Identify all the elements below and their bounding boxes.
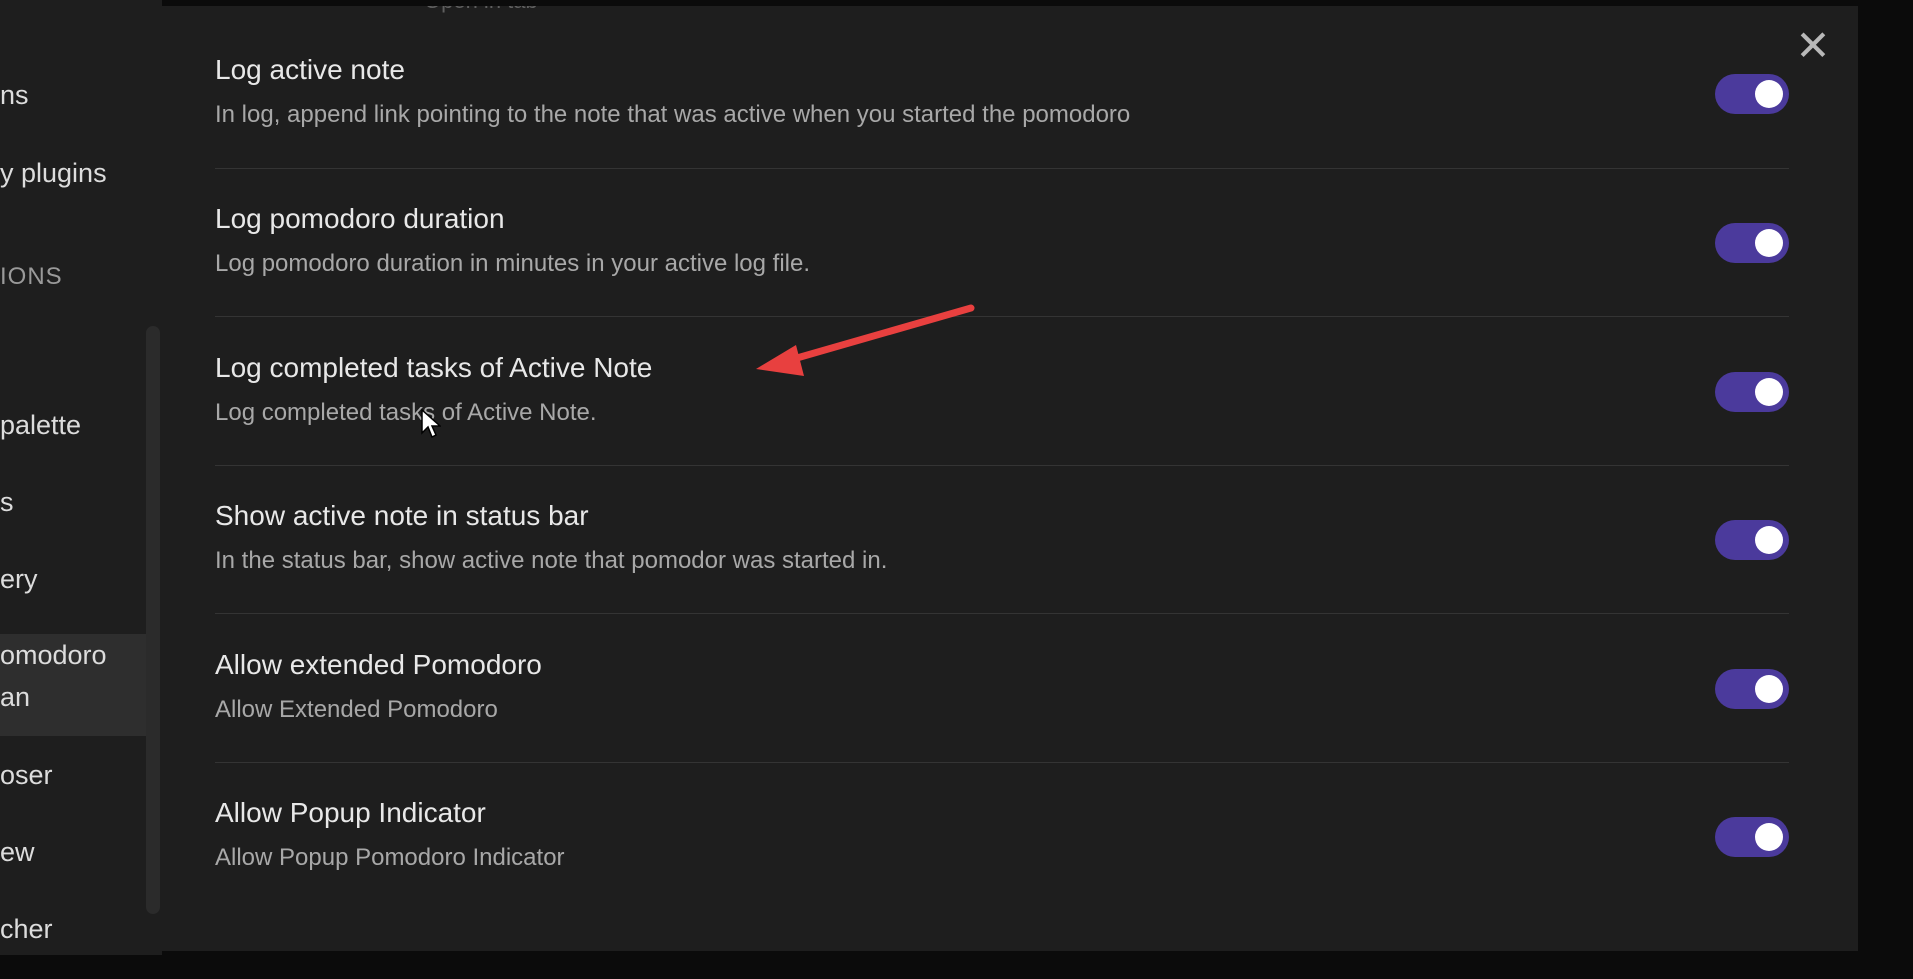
setting-description: Allow Popup Pomodoro Indicator [215,844,565,871]
setting-row-log-completed-tasks: Log completed tasks of Active Note Log c… [215,318,1789,466]
sidebar-item-command-palette[interactable]: palette [0,404,81,446]
toggle-knob [1755,675,1783,703]
toggle-allow-popup-indicator[interactable] [1715,817,1789,857]
setting-description: Log completed tasks of Active Note. [215,399,597,426]
sidebar-item-plugin-ery[interactable]: ery [0,558,38,600]
sidebar-item-plugin-s[interactable]: s [0,481,14,523]
sidebar-section-heading: IONS [0,263,63,290]
setting-row-log-active-note: Log active note In log, append link poin… [215,20,1789,169]
setting-name: Log active note [215,54,405,85]
setting-description: Allow Extended Pomodoro [215,696,498,723]
mouse-cursor-icon [421,409,441,439]
sidebar-bottom-edge [0,955,162,979]
setting-name: Log pomodoro duration [215,203,505,234]
setting-row-allow-popup-indicator: Allow Popup Indicator Allow Popup Pomodo… [215,763,1789,911]
setting-name: Log completed tasks of Active Note [215,352,653,383]
ghost-header-text: Open in tab [424,6,538,14]
toggle-log-pomodoro-duration[interactable] [1715,223,1789,263]
toggle-knob [1755,378,1783,406]
setting-row-allow-extended-pomodoro: Allow extended Pomodoro Allow Extended P… [215,615,1789,763]
sidebar-item-pomodoro-active[interactable]: omodoro an [0,634,146,736]
toggle-knob [1755,229,1783,257]
toggle-allow-extended-pomodoro[interactable] [1715,669,1789,709]
setting-description: In log, append link pointing to the note… [215,101,1131,128]
toggle-knob [1755,823,1783,851]
setting-description: Log pomodoro duration in minutes in your… [215,250,811,277]
setting-row-log-pomodoro-duration: Log pomodoro duration Log pomodoro durat… [215,169,1789,317]
app-window: ns y plugins IONS palette s ery omodoro … [0,0,1913,979]
sidebar-item-plugin-ew[interactable]: ew [0,831,35,873]
toggle-knob [1755,526,1783,554]
setting-name: Allow Popup Indicator [215,797,486,828]
setting-row-show-active-note-status-bar: Show active note in status bar In the st… [215,466,1789,614]
sidebar-scrollbar[interactable] [146,326,160,914]
row-divider [215,316,1789,317]
row-divider [215,613,1789,614]
toggle-knob [1755,80,1783,108]
toggle-log-active-note[interactable] [1715,74,1789,114]
sidebar-item-pomodoro-label-2: an [0,682,31,712]
setting-name: Allow extended Pomodoro [215,649,542,680]
sidebar-item-pomodoro-label-1: omodoro [0,640,107,670]
sidebar-item-community-plugins[interactable]: y plugins [0,152,107,194]
close-icon[interactable]: ✕ [1793,25,1833,67]
sidebar-item-options[interactable]: ns [0,74,29,116]
sidebar-item-plugin-oser[interactable]: oser [0,754,53,796]
toggle-log-completed-tasks[interactable] [1715,372,1789,412]
settings-sidebar: ns y plugins IONS palette s ery omodoro … [0,0,162,979]
toggle-show-active-note-status-bar[interactable] [1715,520,1789,560]
sidebar-item-plugin-cher[interactable]: cher [0,908,53,950]
setting-name: Show active note in status bar [215,500,589,531]
setting-description: In the status bar, show active note that… [215,547,888,574]
